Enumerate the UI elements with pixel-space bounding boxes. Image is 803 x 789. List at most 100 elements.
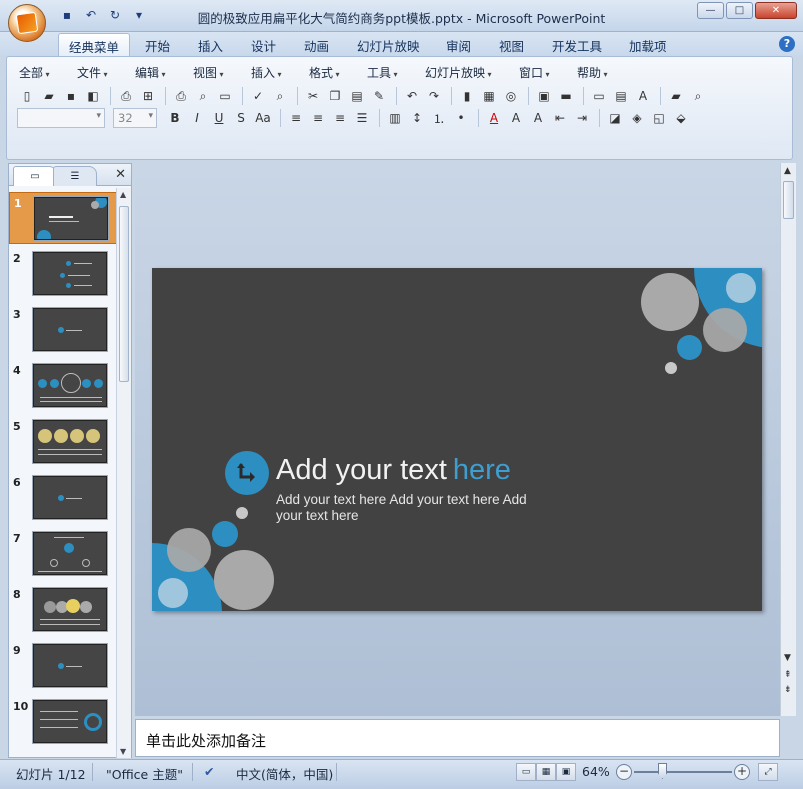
attach-icon[interactable]: ⊞	[138, 86, 158, 106]
picture-icon[interactable]: ▣	[534, 86, 554, 106]
current-slide[interactable]: Add your text here Add your text here Add…	[152, 268, 762, 611]
underline-icon[interactable]: U	[209, 108, 229, 128]
slide-thumbnail[interactable]: 10	[9, 696, 117, 748]
fill-icon[interactable]: ⬙	[671, 108, 691, 128]
copy-icon[interactable]: ❐	[325, 86, 345, 106]
menu-format[interactable]: 格式	[309, 64, 340, 81]
change-case-icon[interactable]: Aa	[253, 108, 273, 128]
publish-icon[interactable]: ⎙	[116, 86, 136, 106]
notes-pane[interactable]: 单击此处添加备注	[135, 719, 780, 757]
fit-to-window-icon[interactable]: ⤢	[758, 763, 778, 781]
shadow-icon[interactable]: S	[231, 108, 251, 128]
tab-animation[interactable]: 动画	[304, 36, 329, 55]
arrange-icon[interactable]: ◪	[605, 108, 625, 128]
tab-design[interactable]: 设计	[251, 36, 276, 55]
menu-tools[interactable]: 工具	[367, 64, 398, 81]
zoom-in-icon[interactable]: +	[734, 764, 750, 780]
tab-outline[interactable]: ☰	[53, 166, 97, 186]
menu-view[interactable]: 视图	[193, 64, 224, 81]
slide-subtitle[interactable]: Add your text here Add your text here Ad…	[276, 492, 546, 524]
table-icon[interactable]: ▦	[479, 86, 499, 106]
slides-panel-scrollbar[interactable]: ▲ ▼	[116, 188, 131, 758]
grow-font-icon[interactable]: A	[506, 108, 526, 128]
find-icon[interactable]: ⌕	[688, 86, 708, 106]
menu-all[interactable]: 全部	[19, 64, 50, 81]
undo-icon[interactable]: ↶	[402, 86, 422, 106]
font-name-select[interactable]	[17, 108, 105, 128]
justify-icon[interactable]: ☰	[352, 108, 372, 128]
normal-view-icon[interactable]: ▭	[516, 763, 536, 781]
research-icon[interactable]: ⌕	[270, 86, 290, 106]
decrease-indent-icon[interactable]: ⇤	[550, 108, 570, 128]
zoom-level[interactable]: 64%	[582, 764, 610, 779]
tab-view[interactable]: 视图	[499, 36, 524, 55]
scroll-up-icon[interactable]: ▲	[120, 190, 126, 199]
open-icon[interactable]: ▰	[39, 86, 59, 106]
minimize-button[interactable]: —	[697, 2, 724, 19]
slide-thumbnail[interactable]: 9	[9, 640, 117, 692]
slide-thumbnail[interactable]: 8	[9, 584, 117, 636]
redo-icon[interactable]: ↷	[424, 86, 444, 106]
shrink-font-icon[interactable]: A	[528, 108, 548, 128]
bold-icon[interactable]: B	[165, 108, 185, 128]
smartart-icon[interactable]: ◎	[501, 86, 521, 106]
scroll-thumb[interactable]	[119, 206, 129, 382]
layout-icon[interactable]: ▤	[611, 86, 631, 106]
tab-developer[interactable]: 开发工具	[552, 36, 602, 55]
color-icon[interactable]: ▬	[556, 86, 576, 106]
print-preview-icon[interactable]: ⌕	[193, 86, 213, 106]
close-icon[interactable]: ✕	[115, 167, 126, 182]
slide-sorter-view-icon[interactable]: ▦	[536, 763, 556, 781]
slide-thumbnail[interactable]: 5	[9, 416, 117, 468]
zoom-slider-track[interactable]	[634, 771, 732, 773]
tab-addins[interactable]: 加载项	[629, 36, 667, 55]
tab-review[interactable]: 审阅	[446, 36, 471, 55]
save-icon[interactable]: ▪	[61, 86, 81, 106]
scroll-thumb[interactable]	[783, 181, 794, 219]
spell-check-icon[interactable]: ✔	[204, 764, 214, 779]
tab-classic-menu[interactable]: 经典菜单	[58, 33, 131, 57]
font-size-select[interactable]: 32	[113, 108, 157, 128]
align-right-icon[interactable]: ≡	[330, 108, 350, 128]
tab-insert[interactable]: 插入	[198, 36, 223, 55]
tab-slideshow[interactable]: 幻灯片放映	[357, 36, 420, 55]
increase-indent-icon[interactable]: ⇥	[572, 108, 592, 128]
italic-icon[interactable]: I	[187, 108, 207, 128]
zoom-slider-thumb[interactable]	[658, 763, 667, 779]
new-icon[interactable]: ▯	[17, 86, 37, 106]
slide-thumbnail[interactable]: 2	[9, 248, 117, 300]
menu-slideshow[interactable]: 幻灯片放映	[425, 64, 492, 81]
print-icon[interactable]: ⎙	[171, 86, 191, 106]
chart-icon[interactable]: ▮	[457, 86, 477, 106]
shapes-icon[interactable]: ◈	[627, 108, 647, 128]
quick-styles-icon[interactable]: ◱	[649, 108, 669, 128]
maximize-button[interactable]: □	[726, 2, 753, 19]
help-icon[interactable]: ?	[779, 36, 795, 52]
editor-scrollbar[interactable]: ▲ ▼ ⇞ ⇟	[780, 163, 796, 716]
tab-home[interactable]: 开始	[145, 36, 170, 55]
line-spacing-icon[interactable]: ↕	[407, 108, 427, 128]
menu-edit[interactable]: 编辑	[135, 64, 166, 81]
spelling-icon[interactable]: ✓	[248, 86, 268, 106]
bullets-icon[interactable]: •	[451, 108, 471, 128]
menu-insert[interactable]: 插入	[251, 64, 282, 81]
slide-thumbnail[interactable]: 4	[9, 360, 117, 412]
scroll-down-icon[interactable]: ▼	[784, 653, 791, 663]
columns-icon[interactable]: ▥	[385, 108, 405, 128]
scroll-down-icon[interactable]: ▼	[120, 747, 126, 756]
zoom-out-icon[interactable]: −	[616, 764, 632, 780]
previous-slide-icon[interactable]: ⇞	[784, 670, 792, 680]
textbox-icon[interactable]: A	[633, 86, 653, 106]
next-slide-icon[interactable]: ⇟	[784, 685, 792, 695]
paste-icon[interactable]: ▤	[347, 86, 367, 106]
slide-thumbnail[interactable]: 3	[9, 304, 117, 356]
close-button[interactable]: ✕	[755, 2, 797, 19]
align-left-icon[interactable]: ≡	[286, 108, 306, 128]
cut-icon[interactable]: ✂	[303, 86, 323, 106]
menu-help[interactable]: 帮助	[577, 64, 608, 81]
slide-thumbnail[interactable]: 7	[9, 528, 117, 580]
office-button[interactable]	[8, 4, 46, 42]
align-center-icon[interactable]: ≡	[308, 108, 328, 128]
slide-thumbnail[interactable]: 1	[9, 192, 117, 244]
language-indicator[interactable]: 中文(简体，中国)	[236, 764, 333, 783]
